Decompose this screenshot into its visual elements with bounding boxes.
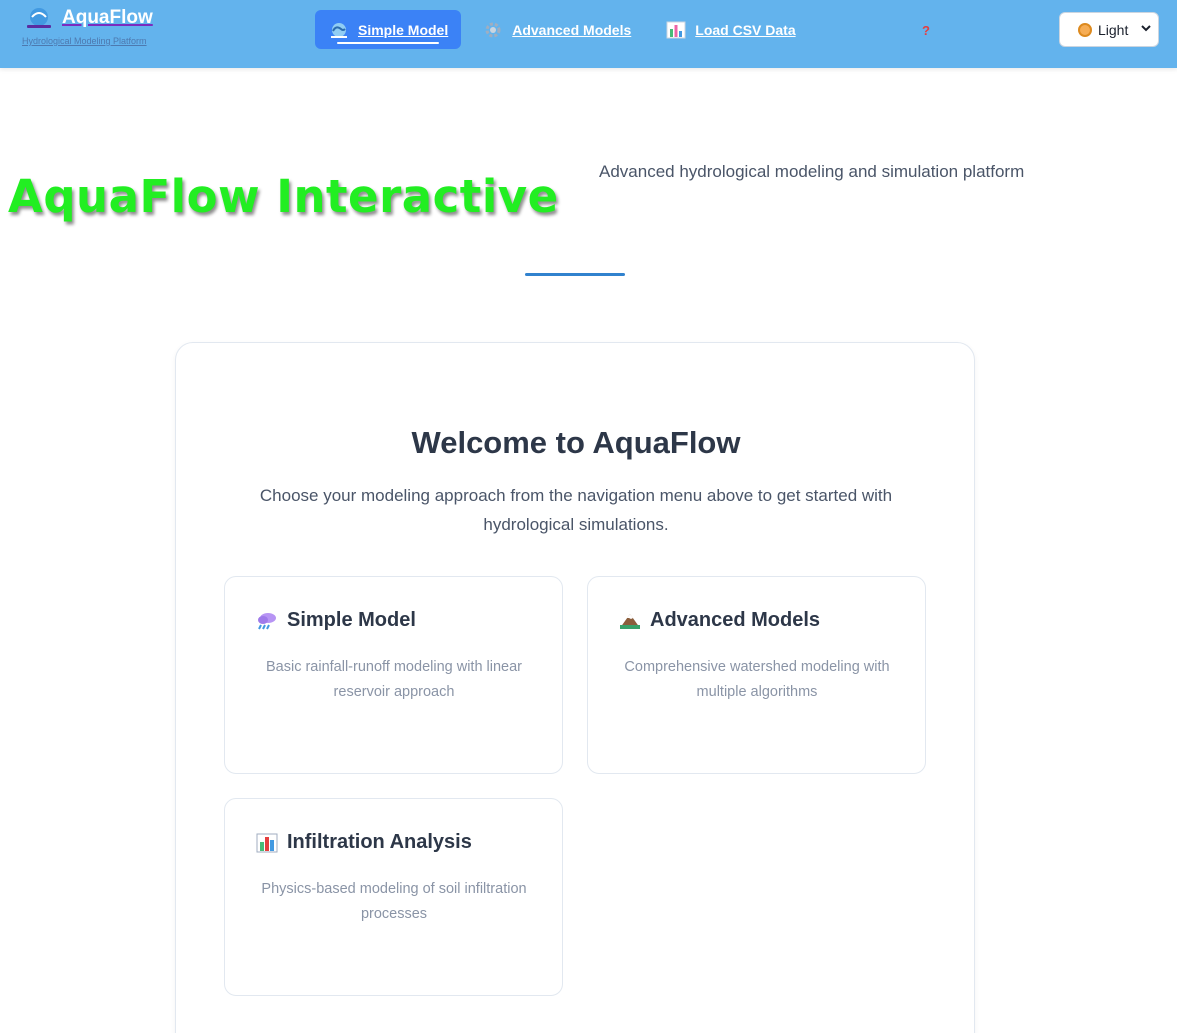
- nav-load-csv[interactable]: Load CSV Data: [652, 10, 808, 49]
- nav-advanced-models-label: Advanced Models: [512, 21, 632, 38]
- brand-subtitle[interactable]: Hydrological Modeling Platform: [22, 36, 194, 48]
- bar-chart-icon: [666, 21, 686, 39]
- feature-title: Simple Model: [287, 609, 416, 631]
- welcome-text: Choose your modeling approach from the n…: [259, 486, 893, 534]
- theme-select[interactable]: Light: [1059, 12, 1159, 47]
- rain-cloud-icon: [256, 611, 278, 631]
- brand[interactable]: AquaFlow Hydrological Modeling Platform: [22, 6, 194, 48]
- bar-chart-icon: [256, 833, 278, 853]
- feature-description: Comprehensive watershed modeling with mu…: [624, 659, 890, 700]
- nav-load-csv-label: Load CSV Data: [695, 21, 796, 38]
- welcome-title: Welcome to AquaFlow: [411, 425, 741, 460]
- top-navbar: AquaFlow Hydrological Modeling Platform …: [0, 0, 1177, 68]
- mountain-icon: [619, 611, 641, 631]
- theme-select-value: Light: [1098, 21, 1129, 38]
- hero-title: AquaFlow Interactive: [8, 170, 559, 223]
- nav-links: Simple Model Advanced Models Load CSV Da…: [315, 10, 817, 49]
- wave-icon: [329, 21, 349, 39]
- chevron-down-icon: [1141, 22, 1151, 36]
- feature-card-simple-model[interactable]: Simple Model Basic rainfall-runoff model…: [224, 576, 563, 774]
- question-icon: ?: [922, 23, 930, 38]
- hero-divider: [525, 273, 625, 276]
- brand-title[interactable]: AquaFlow: [62, 7, 153, 29]
- sun-icon: [1078, 22, 1092, 37]
- gear-icon: [483, 21, 503, 39]
- feature-card-advanced-models[interactable]: Advanced Models Comprehensive watershed …: [587, 576, 926, 774]
- feature-description: Physics-based modeling of soil infiltrat…: [261, 881, 527, 922]
- feature-title: Infiltration Analysis: [287, 831, 472, 853]
- feature-description: Basic rainfall-runoff modeling with line…: [265, 659, 523, 700]
- help-button[interactable]: ?: [919, 22, 933, 40]
- welcome-card: Welcome to AquaFlow Choose your modeling…: [175, 342, 975, 1033]
- nav-simple-model-label: Simple Model: [358, 21, 449, 38]
- hero-subtitle: Advanced hydrological modeling and simul…: [599, 162, 1025, 181]
- feature-card-infiltration[interactable]: Infiltration Analysis Physics-based mode…: [224, 798, 563, 996]
- water-drop-icon: [24, 6, 54, 30]
- nav-simple-model[interactable]: Simple Model: [315, 10, 462, 49]
- nav-advanced-models[interactable]: Advanced Models: [469, 10, 644, 49]
- feature-title: Advanced Models: [650, 609, 821, 631]
